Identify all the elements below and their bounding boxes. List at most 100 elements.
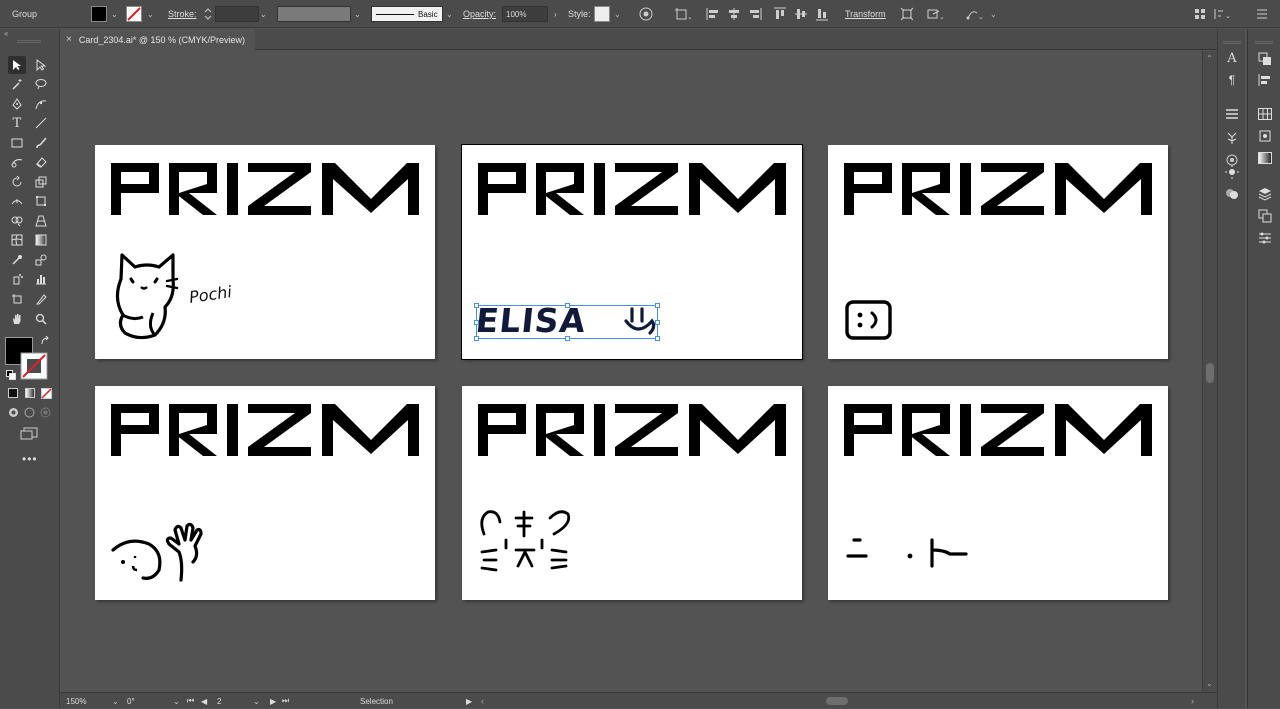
rotate-tool-icon[interactable] bbox=[8, 173, 26, 191]
edit-toolbar-icon[interactable]: ••• bbox=[22, 452, 38, 466]
direct-selection-tool-icon[interactable] bbox=[32, 56, 50, 74]
pen-tool-icon[interactable] bbox=[8, 95, 26, 113]
selection-handle[interactable] bbox=[655, 320, 660, 325]
artboard-3[interactable] bbox=[828, 145, 1168, 359]
hand-tool-icon[interactable] bbox=[8, 310, 26, 328]
artboard-6[interactable] bbox=[828, 386, 1168, 600]
zoom-level-field[interactable]: 150% bbox=[66, 693, 86, 709]
type-tool-icon[interactable]: T bbox=[8, 114, 26, 132]
pathfinder-icon[interactable]: ⌄ bbox=[1214, 0, 1232, 28]
properties-panel-icon[interactable] bbox=[1256, 229, 1274, 247]
horizontal-scroll-thumb[interactable] bbox=[826, 697, 848, 705]
align-panel-icon[interactable] bbox=[1256, 71, 1274, 89]
sun-panel-icon[interactable] bbox=[1223, 163, 1241, 181]
fill-dropdown-icon[interactable]: ⌄ bbox=[111, 0, 118, 28]
align-left-icon[interactable] bbox=[706, 0, 720, 28]
recolor-artwork-icon[interactable] bbox=[639, 0, 653, 28]
selection-tool-icon[interactable] bbox=[8, 56, 26, 74]
more-options-chevron-icon[interactable]: ⌄ bbox=[990, 0, 997, 28]
brush-definition-field[interactable]: Basic bbox=[371, 0, 443, 28]
magic-wand-tool-icon[interactable] bbox=[8, 75, 26, 93]
appearance-panel-icon[interactable] bbox=[1223, 185, 1241, 203]
shaper-tool-icon[interactable] bbox=[8, 153, 26, 171]
blend-tool-icon[interactable] bbox=[32, 251, 50, 269]
artboard-2[interactable]: ELISA bbox=[461, 144, 803, 360]
selection-handle[interactable] bbox=[565, 336, 570, 341]
variable-width-dropdown-icon[interactable]: ⌄ bbox=[354, 0, 361, 28]
align-bottom-icon[interactable] bbox=[815, 0, 829, 28]
rotation-dropdown-icon[interactable]: ⌄ bbox=[173, 693, 180, 709]
mesh-tool-icon[interactable] bbox=[8, 231, 26, 249]
panel-grip[interactable] bbox=[1255, 41, 1273, 44]
selection-handle[interactable] bbox=[565, 303, 570, 308]
align-top-icon[interactable] bbox=[773, 0, 787, 28]
stroke-label[interactable]: Stroke: bbox=[168, 0, 197, 28]
make-envelope-icon[interactable]: ⌄ bbox=[927, 0, 945, 28]
color-guide-icon[interactable] bbox=[1256, 127, 1274, 145]
align-to-icon[interactable]: ⌄ bbox=[673, 0, 691, 28]
align-horizontal-center-icon[interactable] bbox=[727, 0, 741, 28]
selection-handle[interactable] bbox=[474, 303, 479, 308]
draw-normal-icon[interactable] bbox=[8, 407, 19, 418]
scroll-up-arrow-icon[interactable]: ⌃ bbox=[1206, 54, 1213, 63]
align-right-icon[interactable] bbox=[748, 0, 762, 28]
eyedropper-tool-icon[interactable] bbox=[8, 251, 26, 269]
draw-inside-icon[interactable] bbox=[40, 407, 51, 418]
stroke-dropdown-icon[interactable]: ⌄ bbox=[147, 0, 154, 28]
align-panel-icon[interactable] bbox=[1194, 0, 1206, 28]
opacity-label[interactable]: Opacity: bbox=[463, 0, 496, 28]
panel-grip[interactable] bbox=[1223, 41, 1241, 44]
default-fill-stroke-icon[interactable] bbox=[6, 370, 16, 380]
last-artboard-icon[interactable]: ⏭ bbox=[282, 693, 289, 709]
scroll-left-arrow-icon[interactable]: ‹ bbox=[481, 693, 484, 709]
align-vertical-center-icon[interactable] bbox=[794, 0, 808, 28]
puppet-warp-icon[interactable]: ⌄ bbox=[966, 0, 984, 28]
selection-bounding-box[interactable] bbox=[474, 303, 660, 341]
opacity-field[interactable]: 100% bbox=[502, 0, 548, 28]
vertical-scrollbar[interactable]: ⌃ ⌄ bbox=[1202, 51, 1217, 692]
selection-handle[interactable] bbox=[655, 303, 660, 308]
scroll-right-arrow-icon[interactable]: › bbox=[1191, 693, 1194, 709]
scroll-down-arrow-icon[interactable]: ⌄ bbox=[1206, 679, 1213, 688]
next-artboard-icon[interactable]: ▶ bbox=[270, 693, 276, 709]
zoom-dropdown-icon[interactable]: ⌄ bbox=[112, 693, 119, 709]
fill-swatch[interactable] bbox=[91, 0, 107, 28]
draw-behind-icon[interactable] bbox=[24, 407, 35, 418]
free-transform-tool-icon[interactable] bbox=[32, 192, 50, 210]
zoom-tool-icon[interactable] bbox=[32, 310, 50, 328]
gradient-mode-icon[interactable] bbox=[25, 388, 35, 398]
collapse-panel-icon[interactable]: « bbox=[4, 29, 8, 38]
puppet-panel-icon[interactable] bbox=[1223, 129, 1241, 147]
scale-tool-icon[interactable] bbox=[32, 173, 50, 191]
swatches-panel-icon[interactable] bbox=[1256, 105, 1274, 123]
opacity-value[interactable]: 100% bbox=[502, 6, 548, 22]
paintbrush-tool-icon[interactable] bbox=[32, 134, 50, 152]
artboard-4[interactable] bbox=[95, 386, 435, 600]
panel-menu-icon[interactable] bbox=[1256, 0, 1268, 28]
artboard-number-dropdown-icon[interactable]: ⌄ bbox=[253, 693, 260, 709]
previous-artboard-icon[interactable]: ◀ bbox=[201, 693, 207, 709]
selection-handle[interactable] bbox=[474, 336, 479, 341]
rotation-field[interactable]: 0° bbox=[127, 693, 135, 709]
selection-handle[interactable] bbox=[474, 320, 479, 325]
artboard-5[interactable] bbox=[462, 386, 802, 600]
character-panel-icon[interactable]: A bbox=[1223, 49, 1241, 67]
style-dropdown-icon[interactable]: ⌄ bbox=[614, 0, 621, 28]
status-menu-arrow-icon[interactable]: ▶ bbox=[466, 693, 472, 709]
scroll-thumb[interactable] bbox=[1206, 363, 1214, 383]
perspective-grid-tool-icon[interactable] bbox=[32, 212, 50, 230]
screen-mode-icon[interactable] bbox=[20, 427, 38, 440]
stroke-weight-stepper[interactable] bbox=[203, 0, 213, 28]
shape-builder-tool-icon[interactable] bbox=[8, 212, 26, 230]
slice-tool-icon[interactable] bbox=[32, 290, 50, 308]
artboard-tool-icon[interactable] bbox=[8, 290, 26, 308]
artboard-number-field[interactable]: 2 bbox=[217, 693, 221, 709]
column-graph-tool-icon[interactable] bbox=[32, 270, 50, 288]
graphic-style-swatch[interactable] bbox=[594, 0, 610, 28]
none-mode-icon[interactable] bbox=[41, 388, 52, 399]
variable-width-profile-field[interactable] bbox=[277, 0, 351, 28]
lasso-tool-icon[interactable] bbox=[32, 75, 50, 93]
color-mode-icon[interactable] bbox=[8, 388, 18, 398]
rectangle-tool-icon[interactable] bbox=[8, 134, 26, 152]
canvas[interactable]: Pochi ELISA bbox=[61, 51, 1202, 692]
